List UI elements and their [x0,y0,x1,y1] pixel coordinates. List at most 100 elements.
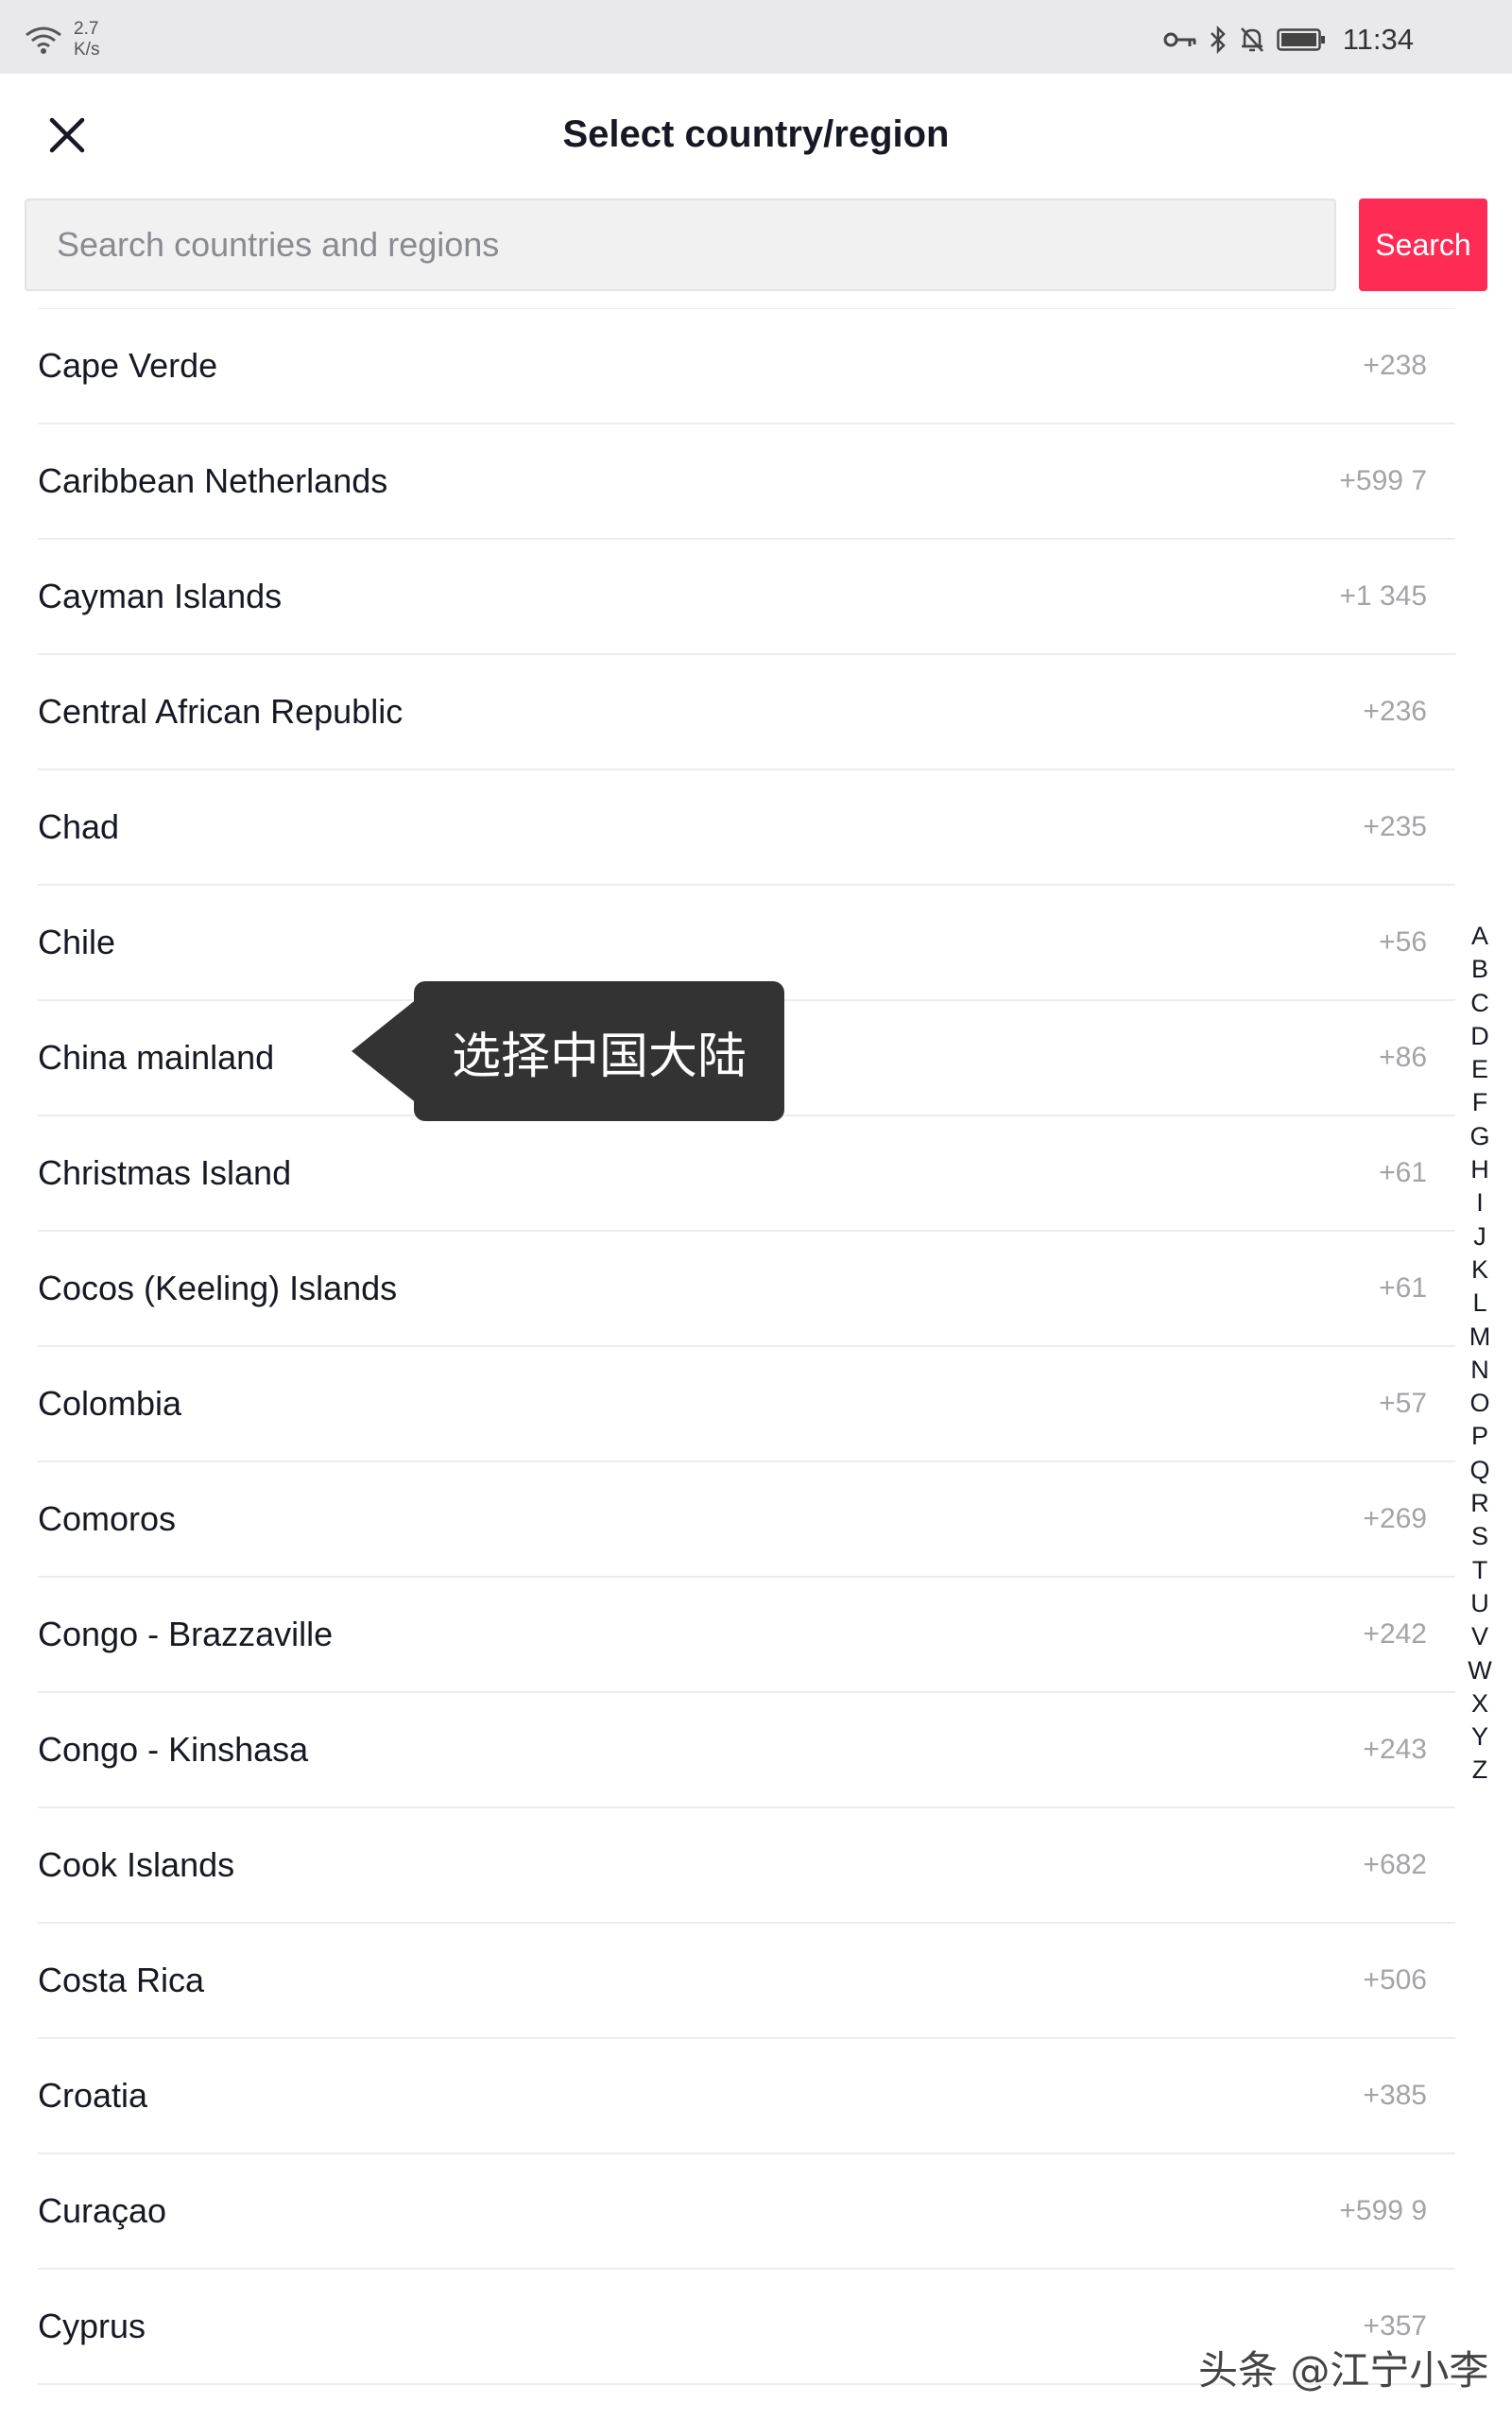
country-row[interactable]: Congo - Kinshasa +243 [38,1693,1455,1808]
status-left: 2.7 K/s [25,19,99,60]
alphabet-letter[interactable]: W [1463,1654,1497,1687]
country-name: Cook Islands [38,1845,235,1884]
country-code: +599 9 [1339,2195,1427,2226]
country-name: Cape Verde [38,346,218,385]
header: Select country/region [0,74,1512,197]
country-list: Cape Verde +238 Caribbean Netherlands +599 … [38,308,1455,2385]
country-row[interactable]: Comoros +269 [38,1462,1455,1578]
country-name: Curaçao [38,2191,167,2230]
alphabet-letter[interactable]: A [1463,920,1497,953]
alphabet-letter[interactable]: F [1463,1086,1497,1119]
country-name: Croatia [38,2076,148,2115]
country-code: +61 [1379,1272,1427,1304]
country-code: +269 [1363,1503,1427,1534]
country-name: Caribbean Netherlands [38,461,388,500]
country-name: Cayman Islands [38,577,283,615]
country-row[interactable]: Colombia +57 [38,1347,1455,1462]
alphabet-letter[interactable]: B [1463,953,1497,986]
alphabet-letter[interactable]: Q [1463,1454,1497,1487]
alphabet-letter[interactable]: L [1463,1287,1497,1320]
status-time: 11:34 [1342,23,1414,56]
country-name: Chad [38,807,120,846]
country-code: +86 [1379,1042,1427,1073]
status-right: 11:34 [1163,23,1414,57]
country-code: +506 [1363,1964,1427,1996]
country-name: Congo - Kinshasa [38,1730,309,1769]
country-code: +57 [1379,1388,1427,1419]
tooltip-arrow [352,998,418,1104]
country-row[interactable]: Congo - Brazzaville +242 [38,1578,1455,1693]
wifi-icon [25,24,62,56]
country-row[interactable]: Croatia +385 [38,2039,1455,2154]
net-speed-unit: K/s [74,40,100,60]
alphabet-letter[interactable]: N [1463,1354,1497,1387]
country-code: +357 [1363,2310,1427,2342]
alphabet-letter[interactable]: G [1463,1120,1497,1153]
country-name: China mainland [38,1038,275,1077]
page-title: Select country/region [562,113,950,155]
alphabet-letter[interactable]: S [1463,1520,1497,1553]
alphabet-letter[interactable]: Z [1463,1754,1497,1787]
country-name: Colombia [38,1384,182,1423]
country-code: +236 [1363,696,1427,727]
alphabet-letter[interactable]: O [1463,1387,1497,1420]
country-row[interactable]: Cayman Islands +1 345 [38,540,1455,655]
country-name: Chile [38,923,116,961]
country-code: +599 7 [1339,465,1427,496]
country-code: +238 [1363,350,1427,381]
country-name: Congo - Brazzaville [38,1615,334,1653]
country-row[interactable]: Caribbean Netherlands +599 7 [38,424,1455,540]
country-row[interactable]: Cocos (Keeling) Islands +61 [38,1232,1455,1347]
alphabet-letter[interactable]: J [1463,1220,1497,1253]
country-name: Central African Republic [38,692,404,731]
country-name: Costa Rica [38,1961,205,1999]
alphabet-letter[interactable]: H [1463,1153,1497,1186]
search-button[interactable]: Search [1359,199,1487,291]
alphabet-letter[interactable]: E [1463,1053,1497,1086]
country-name: Cocos (Keeling) Islands [38,1269,398,1307]
country-row[interactable]: Cape Verde +238 [38,309,1455,424]
alphabet-letter[interactable]: K [1463,1253,1497,1287]
search-row: Search [25,199,1487,291]
country-code: +682 [1363,1849,1427,1880]
country-row[interactable]: Chad +235 [38,770,1455,886]
alphabet-letter[interactable]: R [1463,1487,1497,1520]
alphabet-letter[interactable]: U [1463,1587,1497,1620]
alphabet-letter[interactable]: T [1463,1554,1497,1587]
alphabet-letter[interactable]: V [1463,1620,1497,1653]
alphabet-letter[interactable]: M [1463,1321,1497,1354]
country-code: +56 [1379,926,1427,958]
country-row[interactable]: Christmas Island +61 [38,1116,1455,1232]
alphabet-letter[interactable]: P [1463,1420,1497,1453]
net-speed-value: 2.7 [74,19,99,39]
alphabet-letter[interactable]: C [1463,987,1497,1020]
country-row[interactable]: Curaçao +599 9 [38,2154,1455,2270]
country-row[interactable]: Central African Republic +236 [38,655,1455,770]
tooltip-text: 选择中国大陆 [451,1028,747,1085]
search-input[interactable] [25,199,1336,291]
country-row[interactable]: Cook Islands +682 [38,1808,1455,1924]
net-speed: 2.7 K/s [74,19,99,60]
battery-icon [1276,27,1326,52]
country-name: Cyprus [38,2307,146,2345]
country-name: Christmas Island [38,1153,292,1192]
country-code: +61 [1379,1157,1427,1188]
country-row[interactable]: Costa Rica +506 [38,1924,1455,2039]
alphabet-letter[interactable]: D [1463,1020,1497,1053]
country-code: +243 [1363,1734,1427,1765]
mute-bell-icon [1239,26,1265,54]
country-code: +242 [1363,1618,1427,1650]
country-code: +1 345 [1339,580,1427,612]
country-code: +385 [1363,2080,1427,2111]
alphabet-letter[interactable]: X [1463,1687,1497,1720]
tooltip: 选择中国大陆 [352,981,784,1121]
country-code: +235 [1363,811,1427,842]
vpn-key-icon [1163,29,1197,50]
alphabet-letter[interactable]: Y [1463,1720,1497,1754]
status-bar: 2.7 K/s 11:34 [0,0,1512,74]
alphabet-index[interactable]: ABCDEFGHIJKLMNOPQRSTUVWXYZ [1463,920,1497,1788]
watermark: 头条 @江宁小李 [1198,2347,1489,2394]
country-name: Comoros [38,1499,177,1538]
alphabet-letter[interactable]: I [1463,1186,1497,1219]
bluetooth-icon [1209,26,1228,54]
